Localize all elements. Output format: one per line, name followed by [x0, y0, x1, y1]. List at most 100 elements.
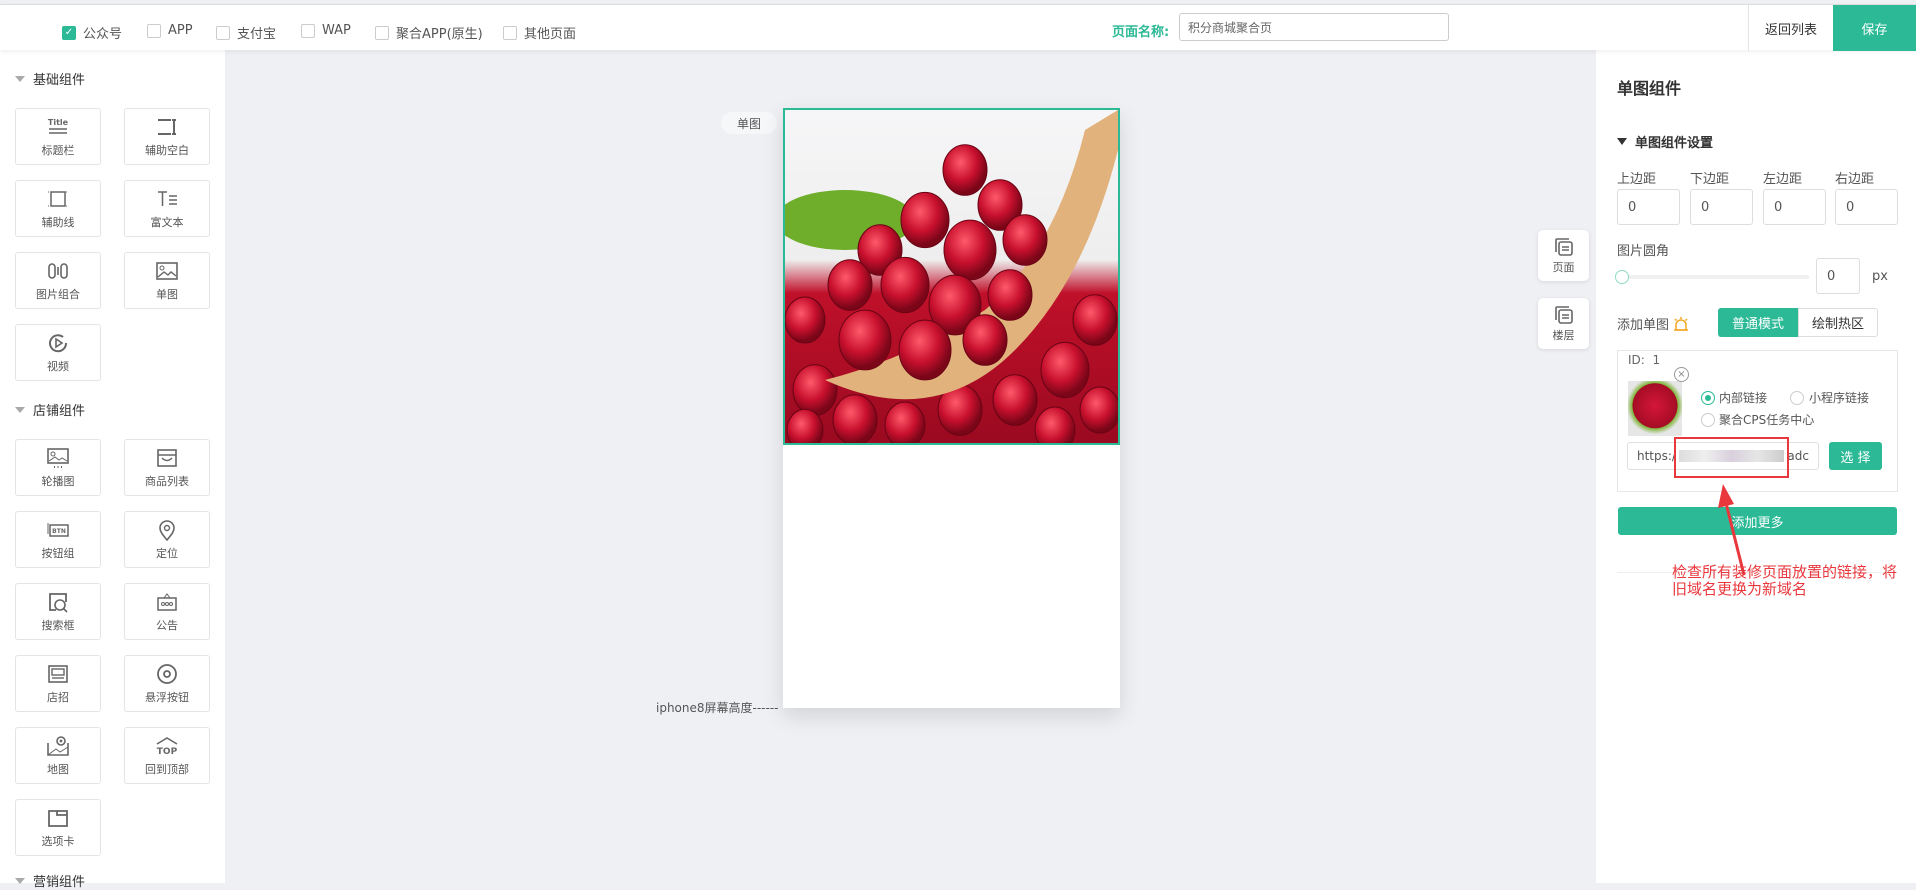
section-header[interactable]: 店铺组件 — [15, 400, 85, 419]
product-list-icon — [157, 448, 177, 467]
pomegranate-image — [785, 110, 1118, 443]
margin-label: 右边距 — [1835, 172, 1875, 187]
radius-slider[interactable] — [1615, 270, 1809, 284]
margin-input[interactable] — [1835, 189, 1898, 225]
tile-label: 视频 — [47, 359, 69, 373]
radio-miniprogram-link[interactable] — [1790, 391, 1804, 405]
guide-line-icon — [48, 190, 68, 207]
item-id: ID: 1 — [1628, 353, 1660, 367]
add-more-button[interactable]: 添加更多 — [1618, 507, 1897, 535]
platform-checkbox-wap[interactable]: WAP — [301, 23, 351, 38]
save-button[interactable]: 保存 — [1833, 5, 1916, 51]
component-tile-divider-line[interactable]: 辅助线 — [15, 180, 101, 237]
component-tile-map[interactable]: 地图 — [15, 727, 101, 784]
margin-label: 下边距 — [1690, 172, 1730, 187]
seed — [962, 314, 1008, 366]
url-prefix: https:/ — [1637, 449, 1676, 463]
checkbox-label: 公众号 — [83, 27, 123, 42]
top-icon: TOP — [156, 736, 178, 757]
component-tile-back-to-top[interactable]: TOP 回到顶部 — [124, 727, 210, 784]
component-tile-button-group[interactable]: BTN 按钮组 — [15, 511, 101, 568]
platform-checkbox-other[interactable]: 其他页面 — [503, 23, 576, 42]
radius-input[interactable] — [1816, 258, 1860, 294]
tile-label: 悬浮按钮 — [145, 690, 189, 704]
mode-normal-tab[interactable]: 普通模式 — [1718, 308, 1798, 337]
platform-checkbox-app[interactable]: APP — [147, 23, 193, 38]
item-thumbnail[interactable] — [1628, 381, 1682, 436]
tile-label: 单图 — [156, 287, 178, 301]
radio-internal-link[interactable] — [1701, 391, 1715, 405]
page-float-button[interactable]: 页面 — [1538, 230, 1589, 281]
single-image-component[interactable] — [783, 108, 1120, 445]
section-header[interactable]: 营销组件 — [15, 871, 85, 890]
margin-label: 上边距 — [1617, 172, 1657, 187]
radius-unit: px — [1872, 269, 1888, 284]
remove-item-icon[interactable]: × — [1674, 367, 1689, 382]
annotation-line: 检查所有装修页面放置的链接，将 — [1672, 563, 1898, 581]
component-tile-store-banner[interactable]: 店招 — [15, 655, 101, 712]
component-tile-video[interactable]: 视频 — [15, 324, 101, 381]
checkbox-icon — [147, 23, 161, 38]
float-button-label: 页面 — [1552, 260, 1575, 274]
checkbox-icon — [216, 25, 230, 40]
section-header[interactable]: 基础组件 — [15, 69, 85, 88]
caret-down-icon — [15, 406, 25, 413]
component-tile-product-list[interactable]: 商品列表 — [124, 439, 210, 496]
platform-checkbox-alipay[interactable]: 支付宝 — [216, 23, 276, 42]
phone-preview — [783, 108, 1120, 708]
component-tile-notice[interactable]: 公告 — [124, 583, 210, 640]
page-name-label: 页面名称: — [1112, 25, 1170, 40]
layers-float-button[interactable]: 楼层 — [1538, 298, 1589, 349]
component-tile-title-bar[interactable]: Title 标题栏 — [15, 108, 101, 165]
id-value: 1 — [1652, 353, 1661, 367]
seed — [992, 374, 1038, 426]
component-tile-location[interactable]: 定位 — [124, 511, 210, 568]
checkbox-label: 聚合APP(原生) — [396, 27, 483, 42]
seed — [900, 191, 950, 249]
mode-hotspot-tab[interactable]: 绘制热区 — [1798, 308, 1878, 337]
play-icon — [49, 333, 68, 352]
slider-handle[interactable] — [1615, 270, 1629, 284]
select-link-button[interactable]: 选 择 — [1829, 442, 1882, 470]
component-tile-search-box[interactable]: 搜索框 — [15, 583, 101, 640]
component-tag[interactable]: 单图 — [721, 112, 777, 134]
annotation-line: 旧域名更换为新域名 — [1672, 580, 1808, 598]
component-tile-single-image[interactable]: 单图 — [124, 252, 210, 309]
checkbox-icon — [503, 25, 517, 40]
seed — [838, 309, 892, 371]
seed — [880, 256, 930, 314]
map-pin-icon — [159, 519, 175, 541]
seed — [987, 269, 1033, 321]
component-tile-carousel[interactable]: 轮播图 — [15, 439, 101, 496]
rich-text-icon — [158, 190, 177, 206]
margin-input[interactable] — [1690, 189, 1753, 225]
component-tile-rich-text[interactable]: 富文本 — [124, 180, 210, 237]
back-to-list-button[interactable]: 返回列表 — [1748, 5, 1833, 51]
tile-label: 选项卡 — [41, 834, 75, 848]
image-icon — [156, 261, 178, 280]
settings-panel: 单图组件 单图组件设置 上边距 下边距 左边距 右边距 图片圆角 px 添加单图 普通… — [1596, 50, 1916, 883]
component-tile-tabs[interactable]: 选项卡 — [15, 799, 101, 856]
component-tile-float-button[interactable]: 悬浮按钮 — [124, 655, 210, 712]
platform-checkbox-native-app[interactable]: 聚合APP(原生) — [375, 23, 483, 42]
radio-cps-task-center[interactable] — [1701, 413, 1715, 427]
component-tile-image-group[interactable]: 图片组合 — [15, 252, 101, 309]
store-banner-icon — [48, 664, 68, 683]
notice-icon — [157, 592, 177, 611]
settings-section-toggle[interactable]: 单图组件设置 — [1617, 132, 1713, 151]
checkbox-label: APP — [168, 23, 193, 38]
page-name-input[interactable] — [1179, 13, 1449, 41]
seed — [943, 219, 997, 281]
margin-input[interactable] — [1763, 189, 1826, 225]
margin-input[interactable] — [1617, 189, 1680, 225]
layers-icon — [1554, 305, 1573, 324]
radio-label: 聚合CPS任务中心 — [1719, 413, 1815, 427]
section-title: 营销组件 — [33, 875, 86, 890]
radio-label: 小程序链接 — [1809, 391, 1870, 405]
component-tile-spacer[interactable]: 辅助空白 — [124, 108, 210, 165]
checkbox-icon — [375, 25, 389, 40]
svg-text:BTN: BTN — [52, 528, 66, 535]
seed — [1079, 386, 1118, 434]
platform-checkbox-gzh[interactable]: ✓ 公众号 — [62, 23, 122, 42]
svg-text:Title: Title — [48, 118, 69, 127]
